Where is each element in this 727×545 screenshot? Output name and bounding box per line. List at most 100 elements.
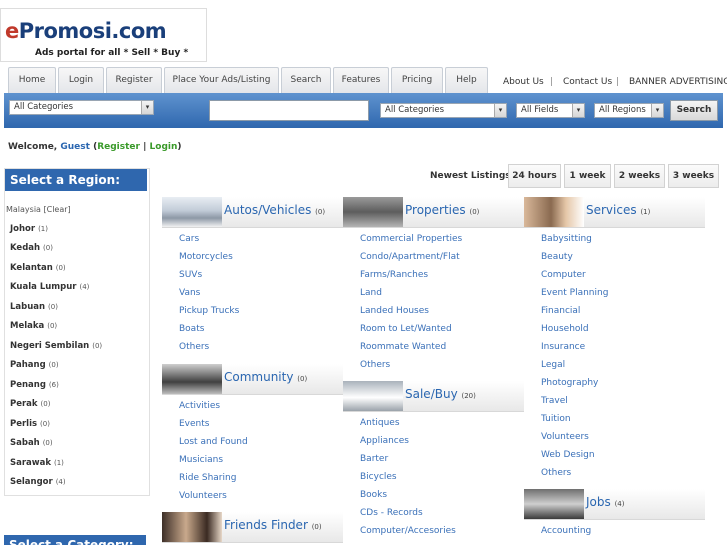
tab-register[interactable]: Register bbox=[106, 67, 162, 93]
category-title-link[interactable]: Services (1) bbox=[586, 203, 650, 217]
subcategory-link[interactable]: Computer/Accesories bbox=[360, 526, 456, 536]
subcategory-link[interactable]: Cars bbox=[179, 234, 199, 244]
jobs-icon[interactable] bbox=[524, 489, 584, 519]
subcategory-link[interactable]: Condo/Apartment/Flat bbox=[360, 252, 460, 262]
subcategory-link[interactable]: Photography bbox=[541, 378, 598, 388]
category-select[interactable]: All Categories ▾ bbox=[9, 100, 154, 115]
subcategory-link[interactable]: Ride Sharing bbox=[179, 473, 236, 483]
subcategory-link[interactable]: Web Design bbox=[541, 450, 595, 460]
category-title-link[interactable]: Autos/Vehicles (0) bbox=[224, 203, 325, 217]
subcategory-link[interactable]: Event Planning bbox=[541, 288, 608, 298]
category-title: Services bbox=[586, 203, 637, 217]
sidebar-region-item[interactable]: Perak (0) bbox=[10, 399, 50, 409]
subcategory-link[interactable]: Volunteers bbox=[541, 432, 589, 442]
subcategory-link[interactable]: Events bbox=[179, 419, 209, 429]
subcategory-link[interactable]: Landed Houses bbox=[360, 306, 429, 316]
community-icon[interactable] bbox=[162, 364, 222, 394]
subcategory-link[interactable]: Financial bbox=[541, 306, 580, 316]
subcategory-link[interactable]: Appliances bbox=[360, 436, 409, 446]
category-title-link[interactable]: Sale/Buy (20) bbox=[405, 387, 476, 401]
sidebar-region-item[interactable]: Perlis (0) bbox=[10, 419, 50, 429]
search-input[interactable] bbox=[209, 100, 369, 121]
tab-features[interactable]: Features bbox=[333, 67, 389, 93]
tab-pricing[interactable]: Pricing bbox=[391, 67, 443, 93]
category-title-link[interactable]: Jobs (4) bbox=[586, 495, 625, 509]
site-logo[interactable]: ePromosi.com Ads portal for all * Sell *… bbox=[0, 8, 207, 62]
newest-2-weeks-button[interactable]: 2 weeks bbox=[614, 164, 665, 188]
tab-search[interactable]: Search bbox=[281, 67, 331, 93]
subcategory-link[interactable]: Tuition bbox=[541, 414, 571, 424]
subcategory-link[interactable]: Roommate Wanted bbox=[360, 342, 446, 352]
subcategory-link[interactable]: Motorcycles bbox=[179, 252, 233, 262]
sale-icon[interactable] bbox=[343, 381, 403, 411]
subcategory-link[interactable]: Accounting bbox=[541, 526, 591, 536]
subcategory-link[interactable]: Others bbox=[541, 468, 571, 478]
subcategory-link[interactable]: Boats bbox=[179, 324, 204, 334]
region-count: (6) bbox=[48, 381, 59, 389]
subcategory-link[interactable]: Computer bbox=[541, 270, 586, 280]
contact-us-link[interactable]: Contact Us bbox=[563, 77, 612, 87]
newest-1-week-button[interactable]: 1 week bbox=[564, 164, 611, 188]
subcategory-link[interactable]: Musicians bbox=[179, 455, 223, 465]
sidebar-region-item[interactable]: Kelantan (0) bbox=[10, 263, 66, 273]
subcategory-link[interactable]: Others bbox=[179, 342, 209, 352]
newest-24-hours-button[interactable]: 24 hours bbox=[508, 164, 561, 188]
subcategory-link[interactable]: Pickup Trucks bbox=[179, 306, 239, 316]
friends-icon[interactable] bbox=[162, 512, 222, 542]
link-separator: | bbox=[616, 77, 620, 87]
subcategory-link[interactable]: Vans bbox=[179, 288, 200, 298]
subcategory-link[interactable]: Beauty bbox=[541, 252, 573, 262]
sidebar-region-item[interactable]: Kuala Lumpur (4) bbox=[10, 282, 89, 292]
sidebar-region-item[interactable]: Kedah (0) bbox=[10, 243, 53, 253]
subcategory-link[interactable]: Room to Let/Wanted bbox=[360, 324, 452, 334]
fields-select[interactable]: All Fields ▾ bbox=[516, 103, 585, 118]
house-icon[interactable] bbox=[343, 197, 403, 227]
about-us-link[interactable]: About Us bbox=[503, 77, 544, 87]
sidebar-region-item[interactable]: Labuan (0) bbox=[10, 302, 58, 312]
subcategory-link[interactable]: Volunteers bbox=[179, 491, 227, 501]
subcategory-link[interactable]: Commercial Properties bbox=[360, 234, 462, 244]
subcategory-link[interactable]: Antiques bbox=[360, 418, 400, 428]
region-count: (0) bbox=[48, 361, 59, 369]
newest-3-weeks-button[interactable]: 3 weeks bbox=[668, 164, 719, 188]
banner-advertising-link[interactable]: BANNER ADVERTISING bbox=[629, 77, 727, 87]
subcategory-link[interactable]: Books bbox=[360, 490, 387, 500]
subcategory-link[interactable]: Bicycles bbox=[360, 472, 397, 482]
subcategory-link[interactable]: Activities bbox=[179, 401, 220, 411]
tab-login[interactable]: Login bbox=[58, 67, 104, 93]
subcategory-link[interactable]: Land bbox=[360, 288, 382, 298]
subcategory-link[interactable]: Legal bbox=[541, 360, 565, 370]
category-title-link[interactable]: Community (0) bbox=[224, 370, 307, 384]
search-button[interactable]: Search bbox=[670, 100, 718, 121]
sidebar-region-item[interactable]: Melaka (0) bbox=[10, 321, 57, 331]
category-title-link[interactable]: Properties (0) bbox=[405, 203, 479, 217]
subcategory-link[interactable]: SUVs bbox=[179, 270, 202, 280]
tab-home[interactable]: Home bbox=[8, 67, 56, 93]
welcome-register-link[interactable]: Register bbox=[97, 142, 140, 152]
sidebar-region-item[interactable]: Selangor (4) bbox=[10, 477, 66, 487]
sidebar-region-item[interactable]: Pahang (0) bbox=[10, 360, 59, 370]
subcategory-link[interactable]: Lost and Found bbox=[179, 437, 248, 447]
sidebar-region-item[interactable]: Sabah (0) bbox=[10, 438, 53, 448]
subcategory-link[interactable]: Farms/Ranches bbox=[360, 270, 428, 280]
subcategory-link[interactable]: Insurance bbox=[541, 342, 585, 352]
sidebar-region-item[interactable]: Sarawak (1) bbox=[10, 458, 64, 468]
subcategory-link[interactable]: Barter bbox=[360, 454, 388, 464]
subcategory-link[interactable]: Others bbox=[360, 360, 390, 370]
subcategory-link[interactable]: CDs - Records bbox=[360, 508, 423, 518]
category-title-link[interactable]: Friends Finder (0) bbox=[224, 518, 322, 532]
people-icon[interactable] bbox=[524, 197, 584, 227]
sidebar-region-item[interactable]: Johor (1) bbox=[10, 224, 48, 234]
car-icon[interactable] bbox=[162, 197, 222, 227]
welcome-login-link[interactable]: Login bbox=[150, 142, 178, 152]
regions-select[interactable]: All Regions ▾ bbox=[594, 103, 664, 118]
sidebar-region-item[interactable]: Penang (6) bbox=[10, 380, 59, 390]
subcategory-link[interactable]: Travel bbox=[541, 396, 568, 406]
subcategory-link[interactable]: Household bbox=[541, 324, 589, 334]
tab-help[interactable]: Help bbox=[445, 67, 488, 93]
tab-place-ads[interactable]: Place Your Ads/Listing bbox=[164, 67, 279, 93]
sidebar-region-item[interactable]: Negeri Sembilan (0) bbox=[10, 341, 102, 351]
current-region-clear[interactable]: Malaysia [Clear] bbox=[6, 205, 71, 214]
subcategory-link[interactable]: Babysitting bbox=[541, 234, 592, 244]
search-category-select[interactable]: All Categories ▾ bbox=[380, 103, 507, 118]
